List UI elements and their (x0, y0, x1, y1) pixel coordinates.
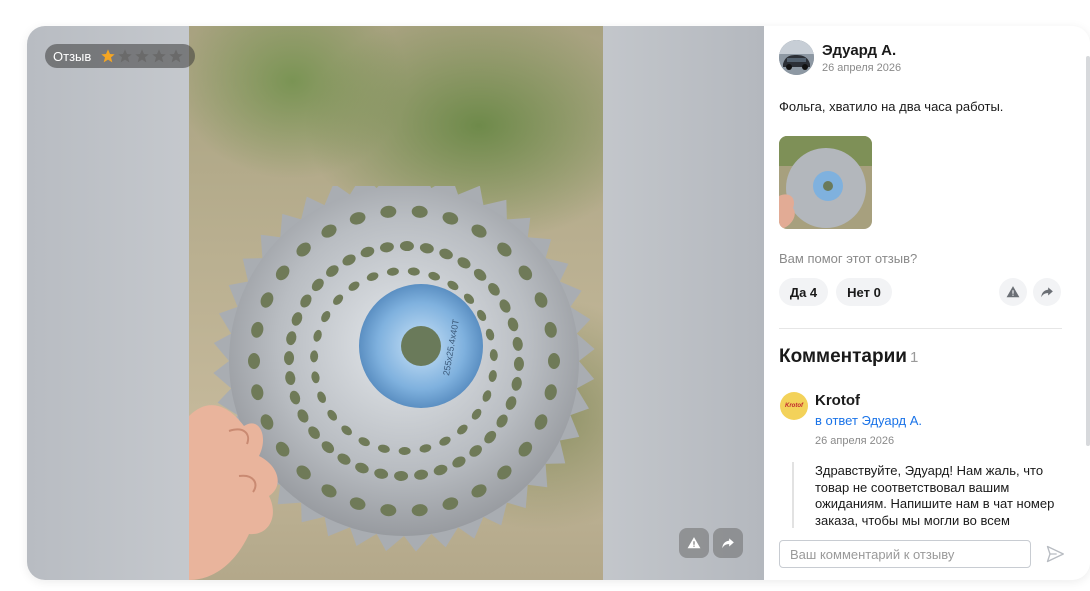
review-modal: 255x25.4x40T Отзыв Эдуард А. 26 апреля 2… (27, 26, 1090, 580)
comment-avatar-text: Krotof (785, 403, 803, 409)
star-icon (169, 49, 183, 63)
car-avatar-image (779, 40, 814, 75)
report-button[interactable] (679, 528, 709, 558)
report-review-button[interactable] (999, 278, 1027, 306)
comment-date: 26 апреля 2026 (815, 435, 895, 447)
comment-thread-line (792, 462, 794, 528)
vote-no-button[interactable]: Нет 0 (836, 278, 892, 306)
share-icon (1041, 287, 1053, 298)
review-text: Фольга, хватило на два часа работы. (779, 99, 1004, 114)
comments-count: 1 (909, 349, 919, 366)
share-icon (722, 538, 734, 549)
review-details: Эдуард А. 26 апреля 2026 Фольга, хватило… (764, 26, 1090, 580)
review-rating-tag: Отзыв (45, 44, 195, 68)
comment-reply-link[interactable]: в ответ Эдуард А. (815, 413, 922, 428)
scrollbar[interactable] (1086, 56, 1090, 446)
review-author: Эдуард А. 26 апреля 2026 (779, 40, 901, 75)
vote-yes-button[interactable]: Да 4 (779, 278, 828, 306)
hand-image (189, 405, 278, 580)
star-icon (152, 49, 166, 63)
comment-avatar[interactable]: Krotof (780, 392, 808, 420)
review-date: 26 апреля 2026 (822, 61, 902, 74)
star-icon (101, 49, 115, 63)
media-viewer: 255x25.4x40T Отзыв (27, 26, 764, 580)
comments-heading: Комментарии 1 (779, 346, 918, 368)
comment-text: Здравствуйте, Эдуард! Нам жаль, что това… (815, 463, 1055, 528)
comment-author[interactable]: Krotof (815, 392, 860, 409)
send-comment-button[interactable] (1041, 540, 1069, 568)
helpful-question: Вам помог этот отзыв? (779, 251, 918, 266)
share-review-button[interactable] (1033, 278, 1061, 306)
star-icon (118, 49, 132, 63)
share-button[interactable] (713, 528, 743, 558)
author-name[interactable]: Эдуард А. (822, 42, 901, 59)
thumbnail-image (779, 136, 872, 229)
review-tag-label: Отзыв (53, 48, 92, 64)
comments-title: Комментарии (779, 346, 907, 367)
review-photo-thumbnail[interactable] (779, 136, 872, 229)
review-photo[interactable]: 255x25.4x40T (189, 26, 603, 580)
star-rating (100, 48, 184, 64)
avatar[interactable] (779, 40, 814, 75)
comment-input[interactable] (790, 546, 1030, 562)
send-icon (1046, 545, 1064, 563)
warning-icon (687, 537, 701, 549)
warning-icon (1006, 286, 1020, 298)
star-icon (135, 49, 149, 63)
divider (779, 328, 1062, 329)
comment-input-wrapper (779, 540, 1031, 568)
